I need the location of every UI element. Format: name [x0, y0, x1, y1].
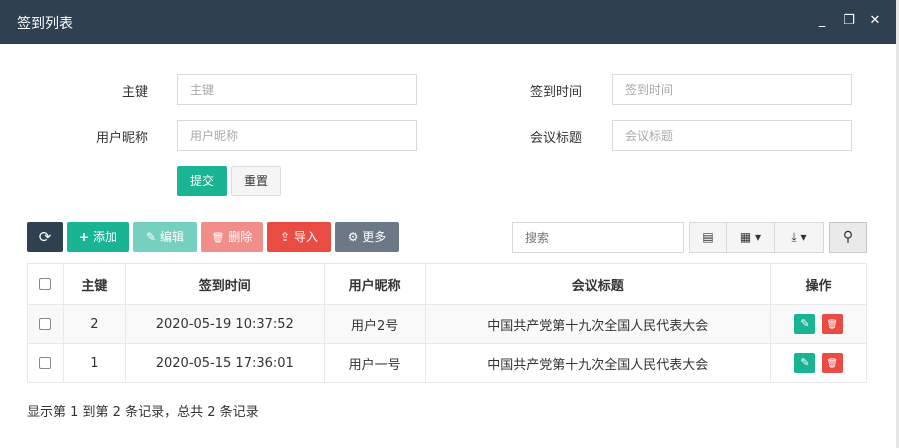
add-button[interactable]: + 添加 — [67, 222, 129, 252]
column-header-nickname[interactable]: 用户昵称 — [323, 263, 426, 305]
dialog-titlebar: 签到列表 _ ❐ ✕ — [0, 0, 896, 44]
nickname-input[interactable] — [177, 120, 417, 151]
table-row[interactable]: 1 2020-05-15 17:36:01 用户一号 中国共产党第十九次全国人民… — [27, 343, 867, 383]
trash-icon: 🗑 — [826, 359, 838, 369]
cell-meeting-title: 中国共产党第十九次全国人民代表大会 — [424, 343, 772, 383]
select-all-cell — [27, 263, 64, 305]
cell-id: 1 — [62, 343, 126, 383]
refresh-icon: ⟳ — [38, 228, 52, 246]
edit-button[interactable]: ✎ 编辑 — [133, 222, 197, 252]
cell-nickname: 用户2号 — [323, 304, 426, 344]
reset-button[interactable]: 重置 — [231, 166, 281, 196]
more-label: 更多 — [362, 230, 387, 244]
delete-button[interactable]: 🗑 删除 — [201, 222, 263, 252]
row-select-cell — [27, 343, 64, 383]
sign-in-table: 主键 签到时间 用户昵称 会议标题 操作 2 2020-05-19 10:37:… — [27, 263, 867, 383]
select-all-checkbox[interactable] — [39, 278, 52, 290]
trash-icon: 🗑 — [211, 233, 225, 244]
table-header-row: 主键 签到时间 用户昵称 会议标题 操作 — [27, 263, 867, 305]
list-icon: ▤ — [702, 230, 714, 244]
meeting-title-input[interactable] — [612, 120, 852, 151]
refresh-button[interactable]: ⟳ — [27, 222, 63, 252]
row-checkbox[interactable] — [39, 318, 52, 330]
column-header-sign-time[interactable]: 签到时间 — [124, 263, 325, 305]
cell-id: 2 — [62, 304, 126, 344]
more-button[interactable]: ⚙ 更多 — [335, 222, 399, 252]
pagination-summary: 显示第 1 到第 2 条记录，总共 2 条记录 — [27, 405, 259, 420]
plus-icon: + — [79, 230, 90, 244]
table-row[interactable]: 2 2020-05-19 10:37:52 用户2号 中国共产党第十九次全国人民… — [27, 304, 867, 344]
minimize-icon[interactable]: _ — [814, 13, 830, 29]
table-search-input[interactable] — [512, 222, 684, 253]
delete-label: 删除 — [228, 230, 253, 244]
cell-meeting-title: 中国共产党第十九次全国人民代表大会 — [424, 304, 772, 344]
trash-icon: 🗑 — [826, 320, 838, 330]
column-header-meeting-title[interactable]: 会议标题 — [424, 263, 772, 305]
cell-sign-time: 2020-05-19 10:37:52 — [124, 304, 325, 344]
close-icon[interactable]: ✕ — [867, 13, 883, 29]
export-dropdown-button[interactable]: ⤓ ▾ — [774, 222, 824, 253]
upload-icon: ⇪ — [280, 230, 291, 244]
sign-time-input[interactable] — [612, 74, 852, 105]
cell-actions: ✎ 🗑 — [770, 304, 867, 344]
export-icon: ⤓ ▾ — [791, 230, 807, 244]
field-label-nickname: 用户昵称 — [95, 131, 148, 146]
dialog-title: 签到列表 — [17, 16, 73, 32]
sign-in-list-dialog: 签到列表 _ ❐ ✕ 主键 签到时间 用户昵称 会议标题 提交 重置 ⟳ + 添… — [0, 0, 896, 448]
import-button[interactable]: ⇪ 导入 — [267, 222, 331, 252]
cell-nickname: 用户一号 — [323, 343, 426, 383]
import-label: 导入 — [293, 230, 318, 244]
row-edit-button[interactable]: ✎ — [794, 353, 816, 373]
search-icon: ⚲ — [842, 229, 854, 245]
columns-dropdown-button[interactable]: ▦ ▾ — [726, 222, 775, 253]
columns-icon: ▦ ▾ — [739, 230, 762, 244]
column-header-actions: 操作 — [770, 263, 867, 305]
row-select-cell — [27, 304, 64, 344]
edit-label: 编辑 — [159, 230, 184, 244]
id-input[interactable] — [177, 74, 417, 105]
toggle-view-button[interactable]: ▤ — [689, 222, 727, 253]
gear-icon: ⚙ — [347, 230, 359, 244]
add-label: 添加 — [92, 230, 117, 244]
cell-actions: ✎ 🗑 — [770, 343, 867, 383]
submit-button[interactable]: 提交 — [177, 166, 227, 196]
column-header-id[interactable]: 主键 — [62, 263, 126, 305]
pencil-icon: ✎ — [146, 230, 157, 244]
field-label-meeting-title: 会议标题 — [529, 131, 582, 146]
maximize-icon[interactable]: ❐ — [841, 13, 857, 29]
search-button[interactable]: ⚲ — [829, 222, 867, 253]
row-checkbox[interactable] — [39, 357, 52, 369]
cell-sign-time: 2020-05-15 17:36:01 — [124, 343, 325, 383]
field-label-sign-time: 签到时间 — [529, 85, 582, 100]
pencil-icon: ✎ — [800, 356, 810, 369]
pencil-icon: ✎ — [800, 317, 810, 330]
field-label-id: 主键 — [121, 85, 148, 100]
row-delete-button[interactable]: 🗑 — [821, 314, 843, 334]
row-delete-button[interactable]: 🗑 — [821, 353, 843, 373]
row-edit-button[interactable]: ✎ — [794, 314, 816, 334]
